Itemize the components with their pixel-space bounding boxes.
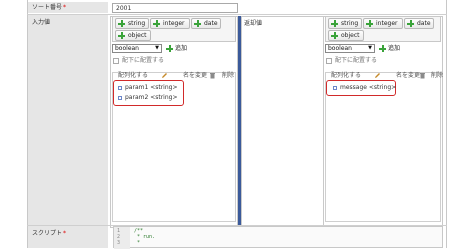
code-line: *: [134, 240, 141, 246]
checkbox-icon: [113, 58, 119, 64]
plus-icon: [153, 20, 160, 27]
input-add-string-button[interactable]: string: [115, 18, 149, 29]
plus-icon: [194, 20, 201, 27]
tree-node[interactable]: param2 <string>: [118, 94, 177, 102]
plus-icon: [407, 20, 414, 27]
plus-icon: [366, 20, 373, 27]
sort-number-label-text: ソート番号: [32, 4, 63, 11]
node-icon: [118, 96, 122, 100]
input-type-button-bar: string integer date object: [112, 16, 236, 42]
sort-number-input[interactable]: 2001: [112, 3, 238, 13]
plus-icon: [118, 20, 125, 27]
checkbox-icon: [326, 58, 332, 64]
return-values-label-text: 返却値: [244, 20, 263, 27]
input-place-under-checkbox[interactable]: 配下に配置する: [113, 57, 164, 65]
input-values-label: 入力値: [28, 15, 108, 225]
input-values-label-text: 入力値: [32, 19, 51, 26]
tree-node[interactable]: message <string>: [333, 84, 396, 92]
return-add-integer-button[interactable]: integer: [363, 18, 403, 29]
input-add-date-button[interactable]: date: [191, 18, 221, 29]
return-type-select[interactable]: boolean ▼: [325, 44, 375, 53]
return-add-string-button[interactable]: string: [328, 18, 362, 29]
input-rename-button[interactable]: 名を変更: [173, 72, 207, 80]
return-add-object-button[interactable]: object: [328, 30, 364, 41]
input-delete-button[interactable]: 削除: [222, 72, 234, 80]
input-add-button[interactable]: 追加: [165, 44, 187, 53]
plus-icon: [379, 45, 386, 52]
node-icon: [118, 86, 122, 90]
pencil-icon[interactable]: [374, 72, 381, 79]
dropdown-arrow-icon: ▼: [368, 45, 372, 51]
return-add-date-button[interactable]: date: [404, 18, 434, 29]
return-add-button[interactable]: 追加: [378, 44, 400, 53]
line-number: 3: [117, 240, 121, 246]
sort-number-value: 2001: [116, 5, 132, 12]
plus-icon: [118, 32, 125, 39]
return-delete-button[interactable]: 削除: [431, 72, 443, 80]
input-add-object-button[interactable]: object: [115, 30, 151, 41]
plus-icon: [166, 45, 173, 52]
plus-icon: [331, 20, 338, 27]
return-values-label: 返却値: [244, 18, 262, 27]
return-type-button-bar: string integer date object: [325, 16, 441, 42]
return-rename-button[interactable]: 名を変更: [386, 72, 420, 80]
input-array-button[interactable]: 配列化する: [118, 72, 148, 80]
dropdown-arrow-icon: ▼: [155, 45, 159, 51]
required-mark: *: [63, 230, 67, 237]
input-add-integer-button[interactable]: integer: [150, 18, 190, 29]
script-editor[interactable]: 1 2 3 /** * run. *: [113, 226, 443, 249]
return-array-button[interactable]: 配列化する: [331, 72, 361, 80]
tree-node[interactable]: param1 <string>: [118, 84, 177, 92]
trash-icon[interactable]: [419, 72, 426, 79]
return-place-under-checkbox[interactable]: 配下に配置する: [326, 57, 377, 65]
return-values-label-cell: [241, 16, 323, 228]
plus-icon: [331, 32, 338, 39]
sort-number-label: ソート番号*: [28, 2, 108, 13]
script-label: スクリプト*: [28, 226, 108, 248]
script-label-text: スクリプト: [32, 230, 63, 237]
pencil-icon[interactable]: [161, 72, 168, 79]
required-mark: *: [63, 4, 67, 11]
input-type-select[interactable]: boolean ▼: [112, 44, 162, 53]
node-icon: [333, 86, 337, 90]
trash-icon[interactable]: [209, 72, 216, 79]
